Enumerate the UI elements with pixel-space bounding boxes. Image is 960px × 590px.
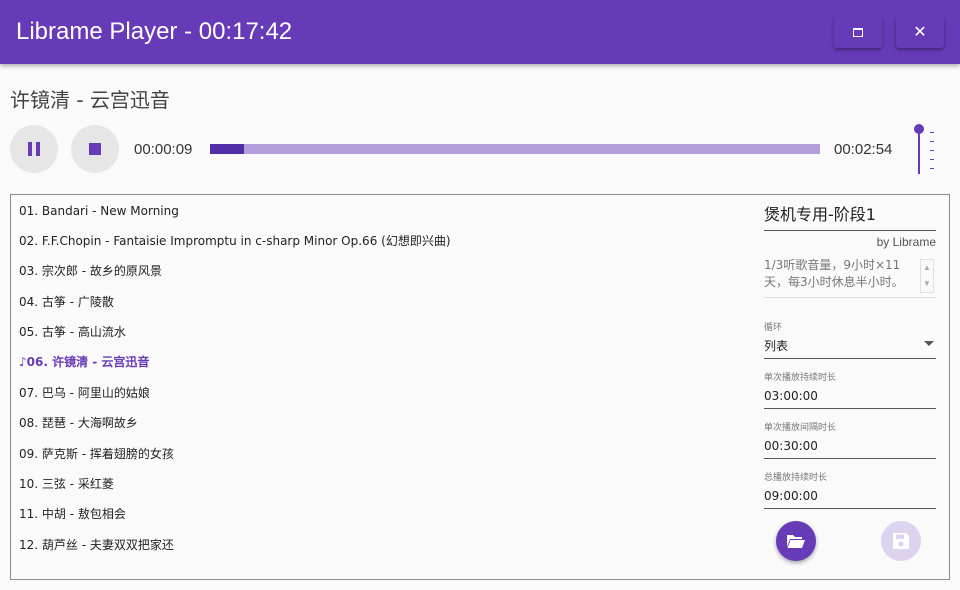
stop-button[interactable] [71,125,119,173]
volume-thumb[interactable] [914,124,924,134]
close-button[interactable]: ✕ [896,16,944,48]
playlist-item[interactable]: 09. 萨克斯 - 挥着翅膀的女孩 [19,444,174,464]
playlist-item[interactable]: 02. F.F.Chopin - Fantaisie Impromptu in … [19,231,451,251]
plan-sidebar: 煲机专用-阶段1 by Librame 1/3听歌音量，9小时×11天，每3小时… [764,195,936,579]
single-interval-field[interactable]: 单次播放间隔时长 00:30:00 [764,423,936,459]
progress-fill [210,144,244,154]
single-interval-label: 单次播放间隔时长 [764,423,837,433]
playlist-item-active[interactable]: ♪06. 许镜清 - 云宫迅音 [19,352,149,372]
main-panel: 01. Bandari - New Morning 02. F.F.Chopin… [10,194,950,580]
pause-button[interactable] [10,125,58,173]
description-scrollbar[interactable]: ▲ ▼ [920,259,934,293]
plan-author: by Librame [876,235,936,249]
stop-icon [89,143,101,155]
elapsed-time: 00:00:09 [134,141,193,158]
single-duration-value: 03:00:00 [764,389,818,403]
playlist-item[interactable]: 04. 古筝 - 广陵散 [19,292,114,312]
total-duration-value: 09:00:00 [764,489,818,503]
close-icon: ✕ [913,22,927,41]
playlist-item[interactable]: 01. Bandari - New Morning [19,201,179,221]
now-playing-title: 许镜清 - 云宫迅音 [10,88,170,112]
maximize-button[interactable] [834,16,882,48]
playlist-item[interactable]: 03. 宗次郎 - 故乡的原风景 [19,261,162,281]
description-underline [764,297,936,298]
window-title: Librame Player - 00:17:42 [16,18,293,45]
volume-slider[interactable] [912,124,936,176]
volume-track [918,130,920,174]
playlist-item[interactable]: 08. 琵琶 - 大海啊故乡 [19,413,138,433]
total-duration-field[interactable]: 总播放持续时长 09:00:00 [764,473,936,509]
playlist-item[interactable]: 07. 巴乌 - 阿里山的姑娘 [19,383,150,403]
total-time: 00:02:54 [834,141,893,158]
playlist-item[interactable]: 10. 三弦 - 采红菱 [19,474,114,494]
save-button[interactable] [881,521,921,561]
loop-select[interactable]: 循环 列表 [764,323,936,359]
single-duration-field[interactable]: 单次播放持续时长 03:00:00 [764,373,936,409]
volume-tick [930,150,934,151]
single-interval-value: 00:30:00 [764,439,818,453]
loop-label: 循环 [764,323,783,333]
plan-description[interactable]: 1/3听歌音量，9小时×11天，每3小时休息半小时。 [764,257,914,291]
scroll-up-icon[interactable]: ▲ [921,260,933,276]
save-icon [893,533,909,549]
playlist-item[interactable]: 11. 中胡 - 敖包相会 [19,504,126,524]
volume-tick [930,141,934,142]
volume-tick [930,132,934,133]
scroll-down-icon[interactable]: ▼ [921,276,933,292]
open-folder-button[interactable] [776,521,816,561]
total-duration-label: 总播放持续时长 [764,473,828,483]
playlist-item[interactable]: 12. 葫芦丝 - 夫妻双双把家还 [19,535,174,555]
dropdown-arrow-icon [924,341,934,346]
folder-open-icon [787,535,805,548]
title-bar: Librame Player - 00:17:42 ✕ [0,0,960,64]
volume-tick [930,168,934,169]
pause-icon [28,142,40,156]
playlist-item[interactable]: 05. 古筝 - 高山流水 [19,322,126,342]
volume-tick [930,159,934,160]
loop-value: 列表 [764,339,789,353]
progress-bar[interactable] [210,144,820,154]
single-duration-label: 单次播放持续时长 [764,373,837,383]
maximize-icon [853,27,863,37]
plan-name-field[interactable]: 煲机专用-阶段1 [764,203,936,231]
